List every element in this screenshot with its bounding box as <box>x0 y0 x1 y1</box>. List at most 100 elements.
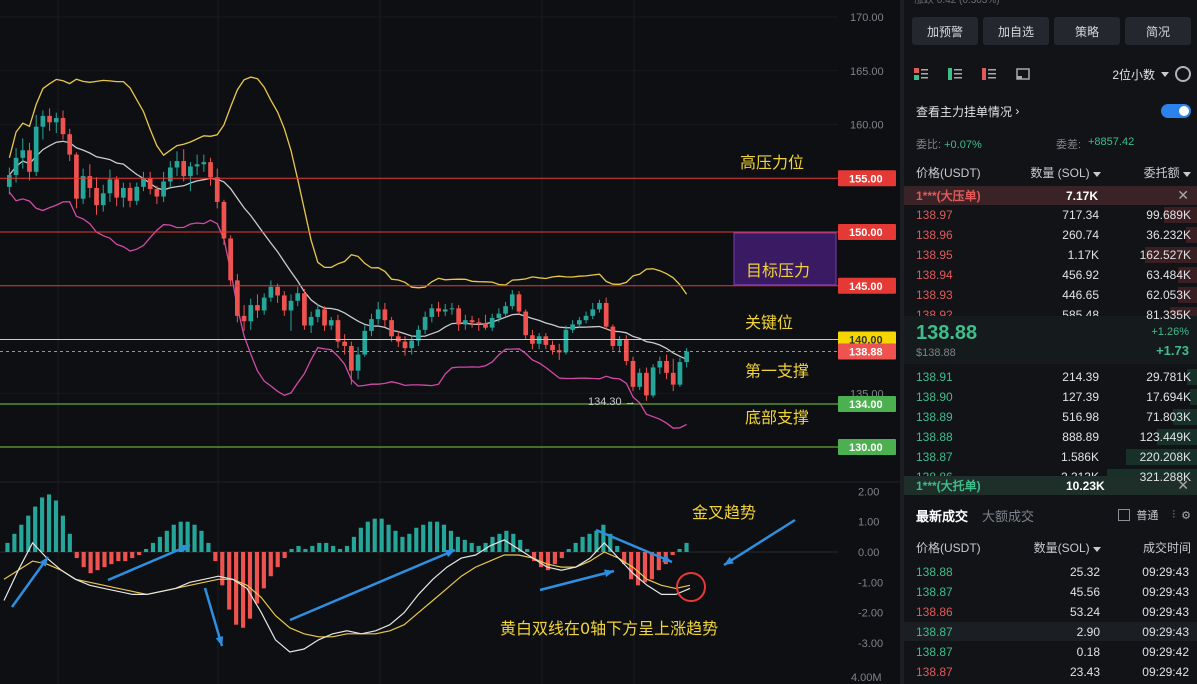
candle-body <box>53 118 59 123</box>
book-mode-icon[interactable] <box>1014 67 1032 81</box>
trade-row[interactable]: 138.87 2.90 09:29:43 <box>904 622 1197 641</box>
macd-histogram-bar <box>635 552 641 586</box>
ask-row[interactable]: 138.97 717.34 99.689K <box>904 206 1197 224</box>
candle-body <box>181 161 187 177</box>
bid-price: 138.88 <box>916 430 953 444</box>
main-orders-label: 查看主力挂单情况 <box>916 104 1013 119</box>
candle-body <box>597 302 602 310</box>
candle-body <box>121 187 126 198</box>
settings-icon[interactable]: ⚙ <box>1181 509 1191 522</box>
big-ask-row[interactable]: 1***(大压单) 7.17K ✕ <box>904 186 1197 205</box>
candle-body <box>27 150 32 172</box>
trade-col-time: 成交时间 <box>1142 540 1191 555</box>
candle <box>590 302 596 320</box>
bid-amount: 29.781K <box>1146 370 1191 384</box>
trades-tabs: 最新成交 大额成交 普通 ⫶ ⚙ <box>916 505 1191 525</box>
bid-row[interactable]: 138.89 516.98 71.803K <box>904 408 1197 426</box>
strategy-button[interactable]: 策略 <box>1054 17 1120 45</box>
candle <box>27 142 32 181</box>
tab-latest-trades[interactable]: 最新成交 <box>916 506 968 525</box>
book-bids-icon[interactable] <box>946 67 964 81</box>
book-both-icon[interactable] <box>912 67 930 81</box>
candle-body <box>644 372 649 396</box>
col-price: 价格(USDT) <box>916 165 981 180</box>
candle-body <box>7 175 12 187</box>
filter-icon[interactable]: ⫶ <box>1172 509 1175 522</box>
ask-row[interactable]: 138.94 456.92 63.484K <box>904 266 1197 284</box>
candle <box>395 330 401 348</box>
ratio-label: 委比: <box>916 139 942 151</box>
tab-large-trades[interactable]: 大额成交 <box>982 506 1034 525</box>
candle <box>382 302 388 327</box>
overview-button[interactable]: 简况 <box>1125 17 1191 45</box>
gear-icon[interactable] <box>1175 66 1191 82</box>
ask-row[interactable]: 138.96 260.74 36.232K <box>904 226 1197 244</box>
candle <box>221 199 227 245</box>
trend-arrow <box>10 556 50 608</box>
macd-histogram-bar <box>386 524 391 552</box>
candle-body <box>67 134 73 155</box>
candle-body <box>476 322 482 324</box>
candle-body <box>147 178 153 189</box>
add-watchlist-button[interactable]: 加自选 <box>983 17 1049 45</box>
normal-filter[interactable]: 普通 ⫶ ⚙ <box>1118 507 1191 523</box>
main-orders-row[interactable]: 查看主力挂单情况 › <box>916 102 1191 120</box>
candle-body <box>214 177 220 202</box>
candle <box>328 316 334 330</box>
diff-label: 委差: <box>1056 139 1082 151</box>
ask-qty: 456.92 <box>1062 268 1099 282</box>
candle-body <box>516 294 522 312</box>
checkbox-icon[interactable] <box>1118 509 1131 521</box>
trade-row[interactable]: 138.87 45.56 09:29:43 <box>904 582 1197 601</box>
close-icon[interactable]: ✕ <box>1177 187 1189 204</box>
add-alert-button[interactable]: 加预警 <box>912 17 978 45</box>
book-asks-icon[interactable] <box>980 67 998 81</box>
trade-col-qty[interactable]: 数量(SOL) <box>1008 539 1101 556</box>
candle-body <box>630 361 636 387</box>
macd-tick-label: 2.00 <box>858 486 879 498</box>
chart-area[interactable]: 170.00165.00160.00155.00150.00145.00140.… <box>0 0 900 684</box>
macd-histogram-bar <box>240 552 246 628</box>
precision-value: 2位小数 <box>1112 67 1155 82</box>
candle <box>422 311 428 335</box>
macd-histogram-bar <box>123 552 128 562</box>
candle-body <box>248 305 254 322</box>
candle <box>174 151 180 177</box>
candle <box>114 176 119 207</box>
candle-body <box>657 361 663 368</box>
macd-histogram-bar <box>143 548 149 552</box>
candle <box>429 304 435 323</box>
candle-body <box>94 187 99 206</box>
candle <box>630 356 636 392</box>
chart-canvas[interactable]: 170.00165.00160.00155.00150.00145.00140.… <box>0 0 900 684</box>
macd-histogram-bar <box>414 527 419 552</box>
precision-select[interactable]: 2位小数 <box>1112 66 1191 83</box>
ask-row[interactable]: 138.95 1.17K 162.527K <box>904 246 1197 264</box>
trade-row[interactable]: 138.86 53.24 09:29:43 <box>904 602 1197 621</box>
col-qty[interactable]: 数量 (SOL) <box>1008 164 1101 181</box>
macd-histogram-bar <box>74 552 79 559</box>
bid-qty: 516.98 <box>1062 410 1099 424</box>
macd-histogram-bar <box>448 530 454 552</box>
candle-body <box>308 316 314 326</box>
trade-row[interactable]: 138.87 23.43 09:29:42 <box>904 662 1197 681</box>
price-tick-label: 170.00 <box>850 12 884 24</box>
bid-row[interactable]: 138.87 1.586K 220.208K <box>904 448 1197 466</box>
trade-row[interactable]: 138.88 25.32 09:29:43 <box>904 562 1197 581</box>
trend-arrow <box>203 587 224 647</box>
trend-arrow <box>289 548 456 622</box>
macd-histogram-bar <box>268 552 273 577</box>
macd-histogram-bar <box>331 545 336 552</box>
bid-row[interactable]: 138.90 127.39 17.694K <box>904 388 1197 406</box>
macd-histogram-bar <box>462 539 467 552</box>
macd-histogram-bar <box>317 542 322 552</box>
ask-row[interactable]: 138.93 446.65 62.053K <box>904 286 1197 304</box>
main-orders-toggle[interactable] <box>1161 104 1191 118</box>
bid-row[interactable]: 138.91 214.39 29.781K <box>904 368 1197 386</box>
trade-price: 138.87 <box>916 625 953 639</box>
col-amount[interactable]: 委托额 <box>1101 164 1191 181</box>
bid-row[interactable]: 138.88 888.89 123.449K <box>904 428 1197 446</box>
trade-row[interactable]: 138.87 0.18 09:29:42 <box>904 642 1197 661</box>
macd-histogram-bar <box>53 500 59 552</box>
candle <box>536 333 542 350</box>
